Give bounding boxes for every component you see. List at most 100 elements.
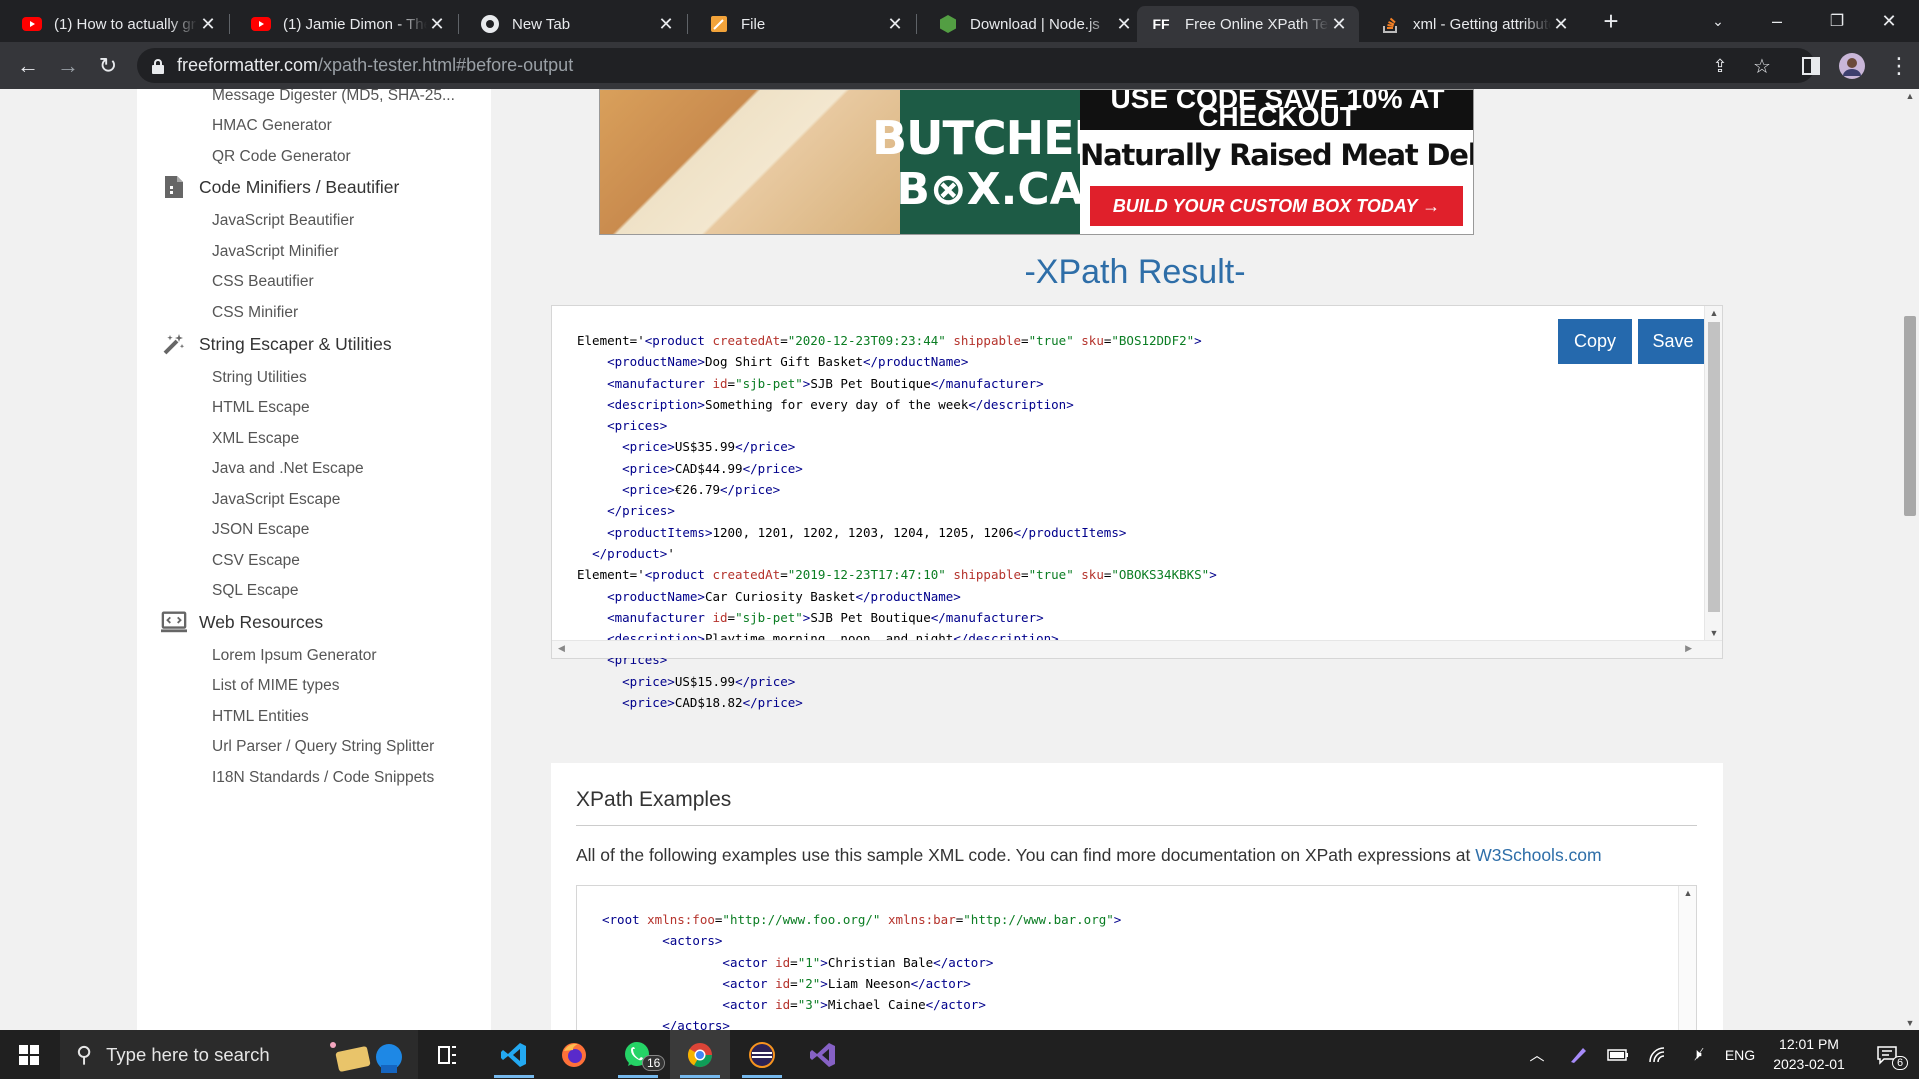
scroll-down-arrow-icon[interactable]: ▼ bbox=[1705, 628, 1723, 638]
sidebar-category-web-resources[interactable]: Web Resources bbox=[161, 609, 323, 635]
search-highlight-icon[interactable] bbox=[318, 1030, 418, 1079]
battery-icon[interactable] bbox=[1604, 1030, 1632, 1079]
scroll-up-arrow-icon[interactable]: ▲ bbox=[1705, 308, 1723, 318]
sidebar-item-javascript-beautifier[interactable]: JavaScript Beautifier bbox=[212, 212, 354, 230]
sidebar-category-code-minifiers[interactable]: Code Minifiers / Beautifier bbox=[161, 174, 399, 200]
sidebar-item-css-minifier[interactable]: CSS Minifier bbox=[212, 304, 298, 322]
browser-tab[interactable]: (1) Jamie Dimon - The ✕ bbox=[229, 6, 457, 42]
tab-close-icon[interactable]: ✕ bbox=[885, 14, 905, 35]
eclipse-icon[interactable] bbox=[732, 1030, 792, 1079]
scroll-up-arrow-icon[interactable]: ▲ bbox=[1901, 91, 1919, 101]
visual-studio-icon[interactable] bbox=[793, 1030, 853, 1079]
divider bbox=[576, 825, 1697, 826]
result-vertical-scrollbar[interactable]: ▲ ▼ bbox=[1704, 306, 1722, 658]
tab-close-icon[interactable]: ✕ bbox=[1114, 14, 1134, 35]
whatsapp-icon[interactable]: 16 bbox=[608, 1030, 668, 1079]
tray-chevron-up-icon[interactable]: ︿ bbox=[1522, 1030, 1552, 1079]
windows-start-icon[interactable] bbox=[0, 1030, 58, 1079]
sidebar-item-csv-escape[interactable]: CSV Escape bbox=[212, 552, 300, 570]
minimize-button[interactable]: – bbox=[1747, 0, 1807, 42]
sample-vertical-scrollbar[interactable]: ▲ bbox=[1678, 886, 1696, 1030]
code-token: </price> bbox=[742, 695, 803, 711]
notifications-icon[interactable]: 6 bbox=[1862, 1030, 1912, 1079]
browser-menu-icon[interactable]: ⋮ bbox=[1885, 52, 1913, 80]
tab-close-icon[interactable]: ✕ bbox=[427, 14, 447, 35]
tab-search-chevron-icon[interactable]: ⌄ bbox=[1688, 0, 1748, 42]
code-token: "http://www.bar.org" bbox=[963, 912, 1114, 927]
sample-xml-code[interactable]: <root xmlns:foo = "http://www.foo.org/" xm… bbox=[602, 909, 1121, 1030]
browser-tab[interactable]: xml - Getting attribute ✕ bbox=[1359, 6, 1581, 42]
share-icon[interactable]: ⇪ bbox=[1706, 52, 1734, 80]
chrome-taskbar-icon[interactable] bbox=[670, 1030, 730, 1079]
sidebar-item-javascript-escape[interactable]: JavaScript Escape bbox=[212, 491, 340, 509]
scrollbar-thumb[interactable] bbox=[1708, 322, 1720, 612]
sidebar-item-java-net-escape[interactable]: Java and .Net Escape bbox=[212, 460, 364, 478]
page-scrollbar[interactable]: ▲ ▼ bbox=[1901, 89, 1919, 1030]
scroll-down-arrow-icon[interactable]: ▼ bbox=[1901, 1018, 1919, 1028]
back-button[interactable]: ← bbox=[12, 50, 44, 82]
vscode-icon[interactable] bbox=[484, 1030, 544, 1079]
sidebar-item-message-digester[interactable]: Message Digester (MD5, SHA-25... bbox=[212, 89, 455, 105]
code-token: <description> bbox=[607, 396, 705, 412]
speaker-muted-icon[interactable]: 🕨̸ bbox=[1682, 1030, 1712, 1079]
code-line: <productName>Car Curiosity Basket</produ… bbox=[577, 586, 1217, 607]
sidebar-item-sql-escape[interactable]: SQL Escape bbox=[212, 582, 298, 600]
task-view-icon[interactable] bbox=[418, 1030, 478, 1079]
w3schools-link[interactable]: W3Schools.com bbox=[1475, 845, 1601, 865]
browser-tab[interactable]: File ✕ bbox=[687, 6, 915, 42]
new-tab-button[interactable]: + bbox=[1581, 0, 1641, 42]
address-bar[interactable]: freeformatter.com/xpath-tester.html#befo… bbox=[137, 48, 1815, 83]
copy-button[interactable]: Copy bbox=[1558, 319, 1632, 364]
tab-close-icon[interactable]: ✕ bbox=[1551, 14, 1571, 35]
code-line: <manufacturer id="sjb-pet">SJB Pet Bouti… bbox=[577, 373, 1217, 394]
browser-tab[interactable]: (1) How to actually gr ✕ bbox=[0, 6, 228, 42]
sidebar-item-i18n-standards[interactable]: I18N Standards / Code Snippets bbox=[212, 769, 434, 787]
browser-tab[interactable]: Download | Node.js ✕ bbox=[916, 6, 1144, 42]
result-horizontal-scrollbar[interactable]: ◀ ▶ bbox=[552, 640, 1722, 658]
sidebar-category-string-escaper[interactable]: String Escaper & Utilities bbox=[161, 331, 392, 357]
tab-close-icon[interactable]: ✕ bbox=[198, 14, 218, 35]
sidebar-item-html-escape[interactable]: HTML Escape bbox=[212, 399, 310, 417]
system-clock[interactable]: 12:01 PM 2023-02-01 bbox=[1760, 1034, 1858, 1074]
scroll-up-arrow-icon[interactable]: ▲ bbox=[1679, 888, 1697, 898]
scroll-left-arrow-icon[interactable]: ◀ bbox=[558, 643, 565, 654]
browser-tab-active[interactable]: FF Free Online XPath Tes ✕ bbox=[1137, 6, 1359, 42]
close-window-button[interactable]: ✕ bbox=[1859, 0, 1919, 42]
sidebar-item-string-utilities[interactable]: String Utilities bbox=[212, 369, 307, 387]
clock-date: 2023-02-01 bbox=[1773, 1056, 1845, 1072]
sidebar-item-qr-code-generator[interactable]: QR Code Generator bbox=[212, 148, 351, 166]
browser-tab[interactable]: New Tab ✕ bbox=[458, 6, 686, 42]
lock-icon bbox=[152, 58, 164, 74]
forward-button[interactable]: → bbox=[52, 50, 84, 82]
restore-button[interactable]: ❐ bbox=[1807, 0, 1867, 42]
sidebar-item-mime-types[interactable]: List of MIME types bbox=[212, 677, 339, 695]
scroll-right-arrow-icon[interactable]: ▶ bbox=[1685, 643, 1692, 654]
pen-icon[interactable] bbox=[1564, 1030, 1592, 1079]
scrollbar-thumb[interactable] bbox=[1904, 316, 1916, 516]
language-indicator[interactable]: ENG bbox=[1720, 1030, 1760, 1079]
sidebar-item-lorem-ipsum[interactable]: Lorem Ipsum Generator bbox=[212, 647, 377, 665]
code-token: </manufacturer> bbox=[930, 609, 1044, 625]
tab-close-icon[interactable]: ✕ bbox=[656, 14, 676, 35]
ad-cta-button[interactable]: BUILD YOUR CUSTOM BOX TODAY → bbox=[1090, 186, 1463, 226]
wifi-icon[interactable] bbox=[1644, 1030, 1672, 1079]
sidebar-item-json-escape[interactable]: JSON Escape bbox=[212, 521, 309, 539]
reload-button[interactable]: ↻ bbox=[92, 50, 124, 82]
ad-brand-line-2: B⊗X.CA bbox=[896, 164, 1084, 215]
code-token: <actor bbox=[722, 997, 776, 1013]
code-token: sku bbox=[1081, 333, 1104, 348]
sidebar-item-html-entities[interactable]: HTML Entities bbox=[212, 708, 309, 726]
side-panel-icon[interactable] bbox=[1797, 52, 1825, 80]
advertisement-banner[interactable]: BUTCHER B⊗X.CA USE CODE SAVE 10% AT CHEC… bbox=[599, 89, 1474, 235]
profile-avatar[interactable] bbox=[1838, 52, 1866, 80]
tab-close-icon[interactable]: ✕ bbox=[1329, 14, 1349, 35]
sidebar-item-url-parser[interactable]: Url Parser / Query String Splitter bbox=[212, 738, 434, 756]
save-button[interactable]: Save bbox=[1638, 319, 1708, 364]
firefox-icon[interactable] bbox=[544, 1030, 604, 1079]
bookmark-star-icon[interactable]: ☆ bbox=[1748, 52, 1776, 80]
sidebar-item-hmac-generator[interactable]: HMAC Generator bbox=[212, 117, 332, 135]
sidebar-item-xml-escape[interactable]: XML Escape bbox=[212, 430, 299, 448]
